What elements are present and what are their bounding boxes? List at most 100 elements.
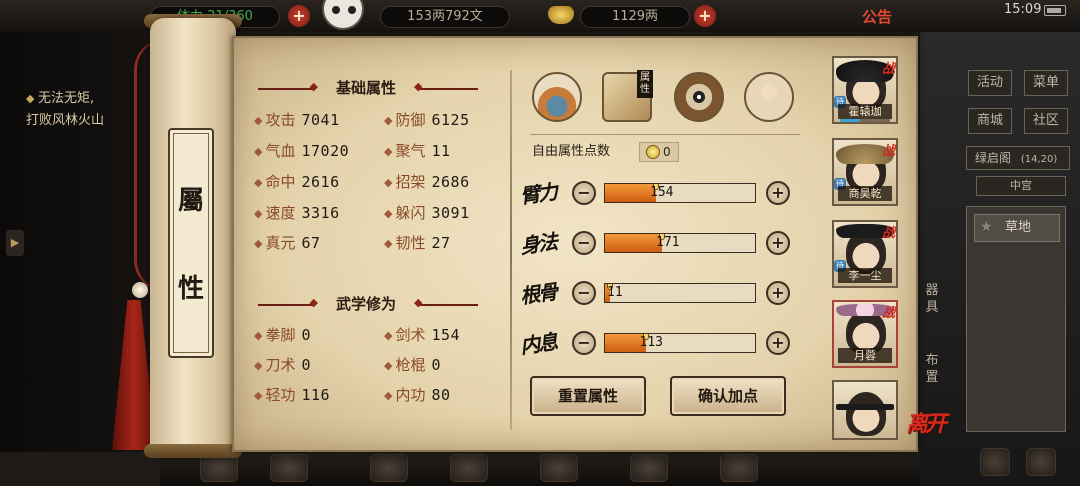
location-coords: (14,20) <box>1020 154 1058 165</box>
member-name: 李一尘 <box>838 268 892 283</box>
scroll-cap-bottom <box>144 444 242 458</box>
toolbar-icon-2[interactable] <box>270 454 308 482</box>
party-member-4[interactable]: 战 月蓉 <box>832 300 898 368</box>
star-icon: ★ <box>980 219 993 235</box>
strength-value: 154 <box>650 185 674 200</box>
map-button-2[interactable] <box>1026 448 1056 476</box>
scroll-char-1: 屬 <box>177 186 204 216</box>
tab-equipment-hat-icon[interactable] <box>532 72 582 122</box>
strength-bar: 154 <box>604 183 756 203</box>
scroll-char-2: 性 <box>177 274 204 304</box>
section-rule <box>258 296 318 309</box>
player-avatar[interactable] <box>322 0 364 30</box>
party-member-5[interactable] <box>832 380 898 440</box>
shop-button[interactable]: 商城 <box>968 108 1012 134</box>
constitution-bar: 11 <box>604 283 756 303</box>
section-rule <box>414 296 478 309</box>
stat-attack: ◆ 攻击 7041 <box>254 111 340 129</box>
martial-title: 武学修为 <box>335 295 396 313</box>
portrait <box>846 392 886 436</box>
ingot-value: 1129两 <box>611 9 659 24</box>
menu-button[interactable]: 菜单 <box>1024 70 1068 96</box>
increase-breath-button[interactable]: + <box>766 331 790 355</box>
leave-button[interactable]: 离开 <box>906 406 947 438</box>
free-points-label: 自由属性点数 <box>532 144 611 159</box>
toolbar-icon-5[interactable] <box>540 454 578 482</box>
panel-divider <box>510 70 512 430</box>
expand-arrow-icon[interactable]: ▶ <box>6 230 24 256</box>
decrease-agility-button[interactable]: − <box>572 231 596 255</box>
toolbar-icon-7[interactable] <box>720 454 758 482</box>
coin-icon <box>646 145 660 159</box>
increase-strength-button[interactable]: + <box>766 181 790 205</box>
constitution-value: 11 <box>607 285 623 300</box>
attr-name-strength: 臂力 <box>518 179 558 209</box>
activity-button[interactable]: 活动 <box>968 70 1012 96</box>
portrait-blindfold <box>836 404 894 410</box>
stat-essence: ◆ 真元 67 <box>254 234 321 252</box>
tab-attribute-label: 属性 <box>637 70 653 98</box>
attr-name-constitution: 根骨 <box>518 279 558 309</box>
member-name: 商昊乾 <box>838 186 892 201</box>
stat-qi: ◆ 聚气 11 <box>384 142 451 160</box>
battery-icon <box>1044 5 1066 16</box>
increase-constitution-button[interactable]: + <box>766 281 790 305</box>
decrease-breath-button[interactable]: − <box>572 331 596 355</box>
stat-sword: ◆ 剑术 154 <box>384 326 461 344</box>
scroll-title-plate: 屬 性 <box>168 128 214 358</box>
party-member-3[interactable]: 战 待 李一尘 <box>832 220 898 288</box>
money-display: 153两792文 <box>380 6 510 28</box>
stat-dodge: ◆ 躲闪 3091 <box>384 204 470 222</box>
side-label-tools[interactable]: 器具 <box>925 282 939 316</box>
tassel-bead <box>132 282 148 298</box>
reset-attributes-button[interactable]: 重置属性 <box>530 376 646 416</box>
section-rule <box>414 80 478 93</box>
member-name: 月蓉 <box>838 348 892 363</box>
add-stamina-button[interactable]: + <box>288 5 310 27</box>
money-value: 153两792文 <box>407 9 483 24</box>
map-button-1[interactable] <box>980 448 1010 476</box>
toolbar-icon-3[interactable] <box>370 454 408 482</box>
notice-button[interactable]: 公告 <box>862 6 892 27</box>
decrease-constitution-button[interactable]: − <box>572 281 596 305</box>
battle-badge: 战 <box>881 306 895 321</box>
breath-bar: 113 <box>604 333 756 353</box>
decrease-strength-button[interactable]: − <box>572 181 596 205</box>
toolbar-icon-4[interactable] <box>450 454 488 482</box>
stat-defense: ◆ 防御 6125 <box>384 111 470 129</box>
stat-lightness: ◆ 轻功 116 <box>254 386 331 404</box>
attr-name-breath: 内息 <box>518 329 558 359</box>
toolbar-icon-6[interactable] <box>630 454 668 482</box>
ingot-icon <box>548 6 574 24</box>
ingot-display: 1129两 <box>580 6 690 28</box>
side-label-arrange[interactable]: 布置 <box>925 352 939 386</box>
stat-toughness: ◆ 韧性 27 <box>384 234 451 252</box>
location-name: 绿启阁 <box>975 151 1012 165</box>
increase-agility-button[interactable]: + <box>766 231 790 255</box>
tab-bagua-icon[interactable] <box>674 72 724 122</box>
stat-blade: ◆ 刀术 0 <box>254 356 312 374</box>
confirm-points-button[interactable]: 确认加点 <box>670 376 786 416</box>
stat-speed: ◆ 速度 3316 <box>254 204 340 222</box>
stat-inner: ◆ 内功 80 <box>384 386 451 404</box>
center-tab[interactable]: 中宫 <box>976 176 1066 196</box>
battle-badge: 战 <box>881 144 895 159</box>
party-member-1[interactable]: 战 待 霍辕珈 <box>832 56 898 124</box>
clock: 15:09 <box>1004 2 1042 17</box>
party-member-2[interactable]: 战 待 商昊乾 <box>832 138 898 206</box>
stat-fist: ◆ 拳脚 0 <box>254 326 312 344</box>
toolbar-icon-1[interactable] <box>200 454 238 482</box>
tab-separator <box>530 134 800 135</box>
battle-badge: 战 <box>881 62 895 77</box>
free-points-value: 0 <box>663 145 671 159</box>
stat-hit: ◆ 命中 2616 <box>254 173 340 191</box>
community-button[interactable]: 社区 <box>1024 108 1068 134</box>
tab-body-figure-icon[interactable] <box>744 72 794 122</box>
agility-value: 171 <box>656 235 680 250</box>
member-xp-bar <box>840 119 890 122</box>
add-ingot-button[interactable]: + <box>694 5 716 27</box>
breath-value: 113 <box>639 335 663 350</box>
stat-hp: ◆ 气血 17020 <box>254 142 350 160</box>
agility-bar: 171 <box>604 233 756 253</box>
attr-name-agility: 身法 <box>518 229 558 259</box>
